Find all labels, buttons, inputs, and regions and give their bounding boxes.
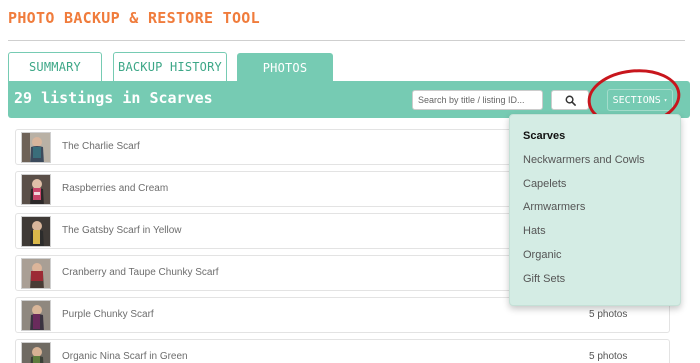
section-option-armwarmers[interactable]: Armwarmers — [510, 200, 680, 224]
listing-title: Organic Nina Scarf in Green — [62, 351, 188, 362]
listing-thumbnail — [21, 132, 51, 163]
listing-title: Raspberries and Cream — [62, 183, 169, 194]
listings-count-heading: 29 listings in Scarves — [14, 89, 213, 107]
sections-button-label: SECTIONS — [612, 94, 661, 106]
section-option-organic[interactable]: Organic — [510, 248, 680, 272]
app-title: PHOTO BACKUP & RESTORE TOOL — [8, 9, 260, 27]
listing-thumbnail — [21, 174, 51, 205]
search-icon — [565, 95, 576, 106]
listing-row[interactable]: Organic Nina Scarf in Green 5 photos — [15, 339, 670, 363]
tab-photos[interactable]: PHOTOS — [237, 53, 333, 81]
listing-title: The Gatsby Scarf in Yellow — [62, 225, 182, 236]
section-option-scarves[interactable]: Scarves — [510, 129, 680, 153]
listings-toolbar: 29 listings in Scarves SECTIONS ▾ — [8, 81, 690, 118]
sections-dropdown-button[interactable]: SECTIONS ▾ — [607, 89, 673, 111]
listing-title: Purple Chunky Scarf — [62, 309, 154, 320]
listing-thumbnail — [21, 300, 51, 331]
tab-summary[interactable]: SUMMARY — [8, 52, 102, 81]
caret-down-icon: ▾ — [663, 96, 668, 104]
search-input[interactable] — [412, 90, 543, 110]
listing-thumbnail — [21, 258, 51, 289]
listing-thumbnail — [21, 216, 51, 247]
photo-count: 5 photos — [589, 351, 628, 362]
section-option-capelets[interactable]: Capelets — [510, 177, 680, 201]
section-option-gift-sets[interactable]: Gift Sets — [510, 272, 680, 296]
listing-title: The Charlie Scarf — [62, 141, 140, 152]
section-option-neckwarmers-and-cowls[interactable]: Neckwarmers and Cowls — [510, 153, 680, 177]
search-button[interactable] — [551, 90, 589, 110]
photo-count: 5 photos — [589, 309, 628, 320]
sections-dropdown-menu: Scarves Neckwarmers and Cowls Capelets A… — [509, 114, 681, 306]
listing-title: Cranberry and Taupe Chunky Scarf — [62, 267, 219, 278]
title-divider — [8, 40, 685, 41]
tab-backup-history[interactable]: BACKUP HISTORY — [113, 52, 227, 81]
section-option-hats[interactable]: Hats — [510, 224, 680, 248]
listing-thumbnail — [21, 342, 51, 363]
